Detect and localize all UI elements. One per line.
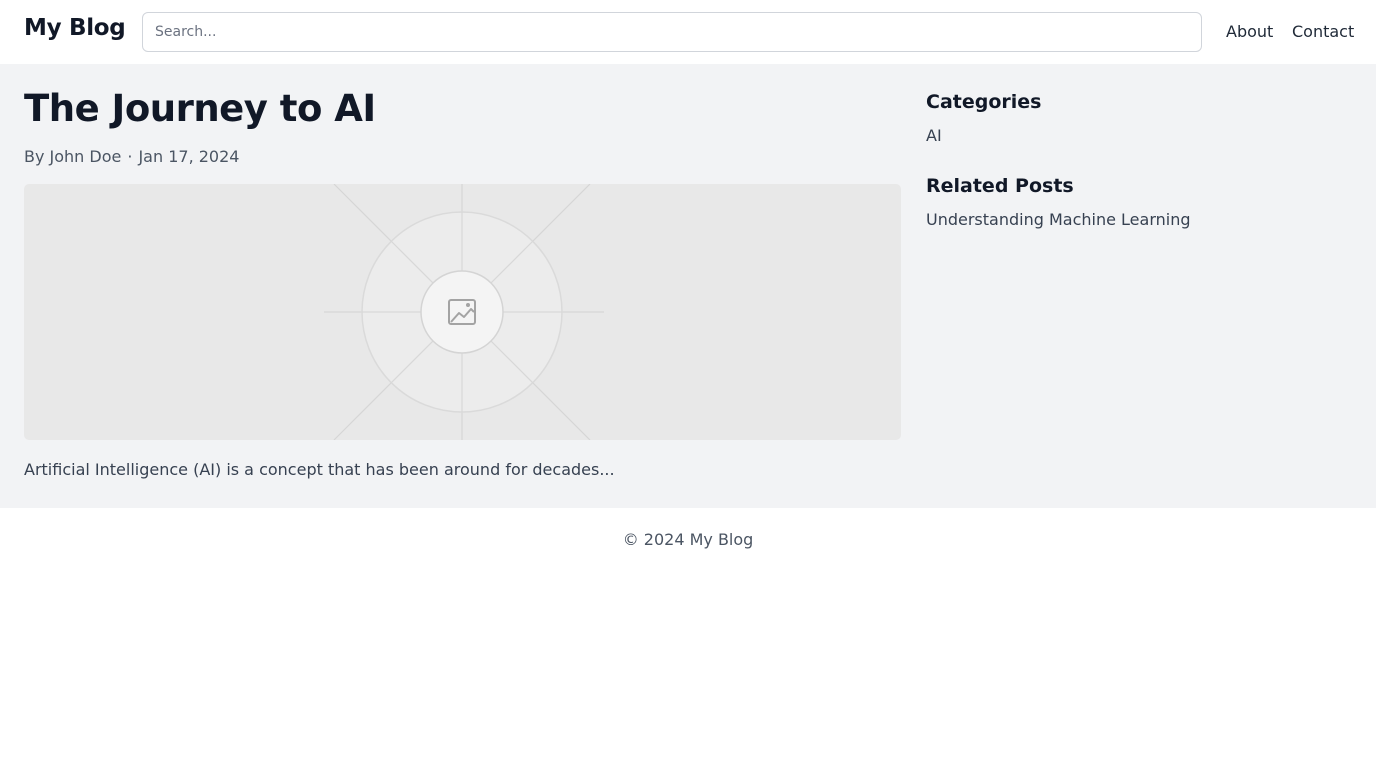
main-content: The Journey to AI By John Doe · Jan 17, 20… [0, 64, 1376, 508]
footer-copyright: © 2024 My Blog [622, 530, 754, 549]
category-link-ai[interactable]: AI [926, 126, 942, 146]
post-image-placeholder [24, 184, 901, 440]
image-placeholder-graphic [324, 184, 604, 440]
meta-separator: · [127, 147, 133, 166]
post-meta: By John Doe · Jan 17, 2024 [24, 147, 239, 167]
nav-about-link[interactable]: About [1226, 22, 1273, 42]
search-input[interactable] [142, 12, 1202, 52]
post-excerpt: Artificial Intelligence (AI) is a concep… [24, 460, 615, 479]
related-posts-heading: Related Posts [926, 175, 1074, 197]
site-footer: © 2024 My Blog [0, 508, 1376, 572]
site-logo[interactable]: My Blog [24, 15, 126, 41]
post-date: Jan 17, 2024 [138, 147, 240, 166]
related-post-link[interactable]: Understanding Machine Learning [926, 210, 1191, 230]
post-title: The Journey to AI [24, 87, 376, 130]
categories-heading: Categories [926, 91, 1042, 113]
nav-contact-link[interactable]: Contact [1292, 22, 1354, 42]
post-author: By John Doe [24, 147, 122, 166]
site-header: My Blog About Contact [0, 0, 1376, 64]
